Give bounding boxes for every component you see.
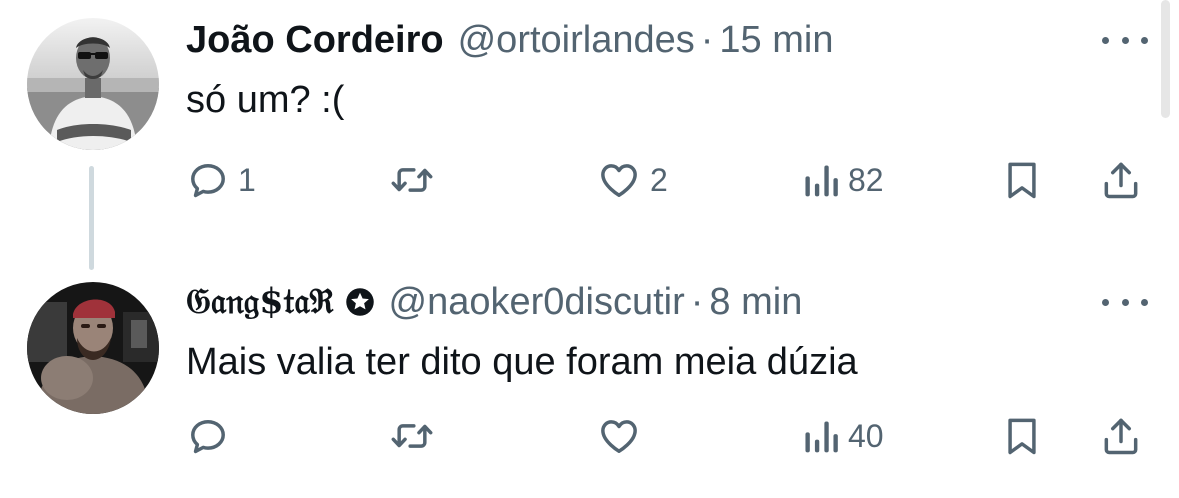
tweet[interactable]: 𝔊𝔞𝔫𝔤$𝔱𝔞ℜ @naoker0discutir · 8 min Mais v… [0,262,1179,498]
more-icon[interactable] [1102,30,1148,50]
tweet-text: só um? :( [186,79,345,121]
separator-dot: · [700,19,714,61]
more-icon[interactable] [1102,292,1148,312]
views-button[interactable]: 82 [800,158,884,202]
separator-dot: · [690,281,704,323]
tweet-header: 𝔊𝔞𝔫𝔤$𝔱𝔞ℜ @naoker0discutir · 8 min [186,280,802,324]
heart-icon [601,420,637,453]
thread-line [89,166,94,270]
tweet[interactable]: João Cordeiro @ortoirlandes · 15 min só … [0,0,1179,270]
author-handle[interactable]: @ortoirlandes [458,18,695,62]
author-handle[interactable]: @naoker0discutir [389,280,685,324]
reply-button[interactable]: 1 [186,158,256,202]
star-badge-icon [345,287,375,317]
reply-button[interactable] [186,414,238,458]
reply-icon [191,163,225,198]
like-button[interactable] [596,414,650,458]
like-button[interactable]: 2 [596,158,668,202]
share-button[interactable] [1098,414,1144,458]
author-name[interactable]: 𝔊𝔞𝔫𝔤$𝔱𝔞ℜ [186,280,335,324]
bookmark-button[interactable] [1000,158,1044,202]
retweet-button[interactable] [388,414,444,458]
tweet-header: João Cordeiro @ortoirlandes · 15 min [186,18,833,62]
bookmark-icon [1008,418,1036,455]
view-count: 40 [848,417,884,454]
retweet-icon [391,168,433,192]
bookmark-button[interactable] [1000,414,1044,458]
tweet-text: Mais valia ter dito que foram meia dúzia [186,341,858,383]
retweet-icon [391,424,433,448]
timestamp[interactable]: 8 min [709,280,802,324]
share-icon [1104,418,1138,455]
share-button[interactable] [1098,158,1144,202]
share-icon [1104,162,1138,199]
like-count: 2 [650,161,668,198]
heart-icon [601,164,637,197]
views-icon [805,165,838,197]
author-name[interactable]: João Cordeiro [186,18,444,62]
reply-count: 1 [238,161,256,198]
conversation-thread: João Cordeiro @ortoirlandes · 15 min só … [0,0,1179,498]
timestamp[interactable]: 15 min [719,18,833,62]
views-icon [805,421,838,453]
view-count: 82 [848,161,884,198]
avatar[interactable] [27,18,159,150]
views-button[interactable]: 40 [800,414,884,458]
bookmark-icon [1008,162,1036,199]
retweet-button[interactable] [388,158,444,202]
avatar[interactable] [27,282,159,414]
reply-icon [191,419,225,454]
